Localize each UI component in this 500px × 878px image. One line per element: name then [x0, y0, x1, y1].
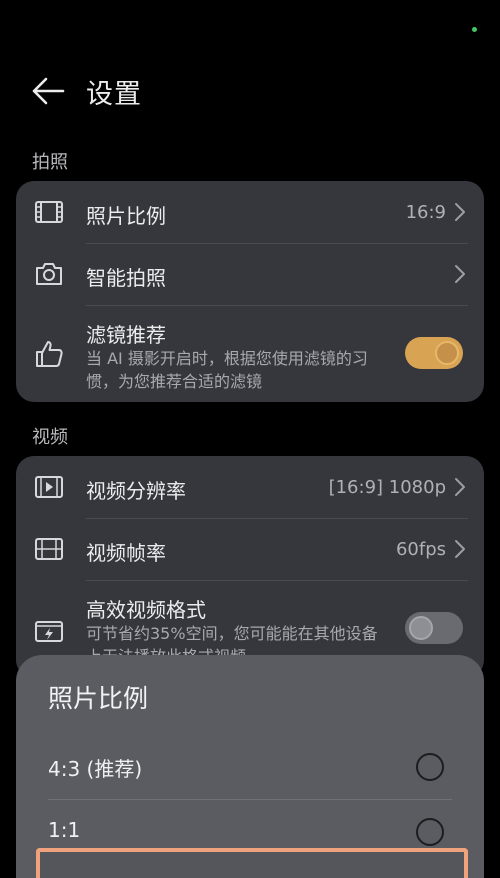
thumbs-up-icon: [36, 341, 63, 367]
chevron-right-icon: [455, 265, 465, 283]
section-label-photo: 拍照: [32, 152, 68, 173]
setting-label: 照片比例: [86, 204, 166, 228]
setting-smart-capture[interactable]: 智能拍照: [16, 243, 484, 305]
radio-button[interactable]: [416, 753, 444, 781]
chevron-right-icon: [455, 478, 465, 496]
video-settings-card: 视频分辨率 [16:9] 1080p 视频帧率 60fps 高效视频格式 可节省…: [16, 456, 484, 678]
ratio-option-4-3[interactable]: 4:3 (推荐): [16, 735, 484, 799]
toggle-knob: [409, 616, 433, 640]
photo-ratio-sheet: 照片比例 4:3 (推荐) 1:1: [16, 655, 484, 878]
chevron-right-icon: [455, 203, 465, 221]
efficient-format-toggle[interactable]: [405, 612, 463, 644]
filter-recommend-toggle[interactable]: [405, 337, 463, 369]
photo-settings-card: 照片比例 16:9 智能拍照 滤镜推荐 当 AI 摄影开启时，根据您使用滤镜的习…: [16, 181, 484, 402]
setting-value: 60fps: [395, 539, 446, 560]
setting-label: 滤镜推荐: [86, 323, 166, 347]
back-arrow-icon[interactable]: [30, 74, 66, 108]
header: 设置: [0, 60, 500, 120]
setting-label: 智能拍照: [86, 266, 166, 290]
camera-icon: [36, 263, 62, 285]
chevron-right-icon: [455, 540, 465, 558]
option-label: 4:3 (推荐): [48, 757, 143, 781]
radio-button[interactable]: [416, 818, 444, 846]
toggle-knob: [435, 341, 459, 365]
setting-value: [16:9] 1080p: [328, 477, 446, 498]
setting-label: 视频帧率: [86, 541, 166, 565]
page-title: 设置: [86, 79, 142, 110]
option-label: 1:1: [48, 818, 81, 842]
sheet-title: 照片比例: [48, 684, 149, 713]
setting-description: 当 AI 摄影开启时，根据您使用滤镜的习惯，为您推荐合适的滤镜: [86, 349, 368, 391]
highlighted-option[interactable]: [36, 848, 468, 878]
setting-video-resolution[interactable]: 视频分辨率 [16:9] 1080p: [16, 456, 484, 518]
setting-filter-recommend: 滤镜推荐 当 AI 摄影开启时，根据您使用滤镜的习惯，为您推荐合适的滤镜: [16, 305, 484, 402]
setting-label: 视频分辨率: [86, 479, 186, 503]
status-indicator-dot: [472, 27, 477, 32]
video-lightning-icon: [35, 621, 63, 642]
film-frame-icon: [35, 201, 63, 223]
setting-photo-ratio[interactable]: 照片比例 16:9: [16, 181, 484, 243]
setting-video-framerate[interactable]: 视频帧率 60fps: [16, 518, 484, 580]
setting-value: 16:9: [405, 202, 446, 223]
video-play-icon: [35, 476, 63, 498]
setting-label: 高效视频格式: [86, 598, 206, 622]
film-strip-icon: [35, 538, 63, 560]
section-label-video: 视频: [32, 427, 68, 448]
